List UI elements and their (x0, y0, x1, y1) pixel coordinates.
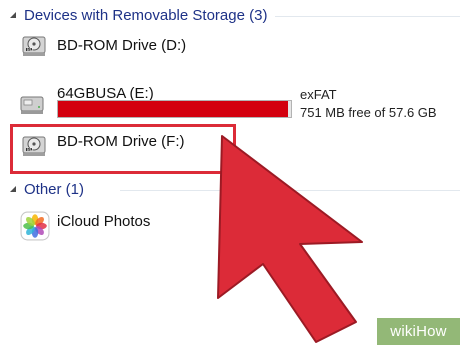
pointer-arrow-icon (217, 135, 363, 343)
wikihow-watermark: wikiHow (377, 318, 460, 345)
